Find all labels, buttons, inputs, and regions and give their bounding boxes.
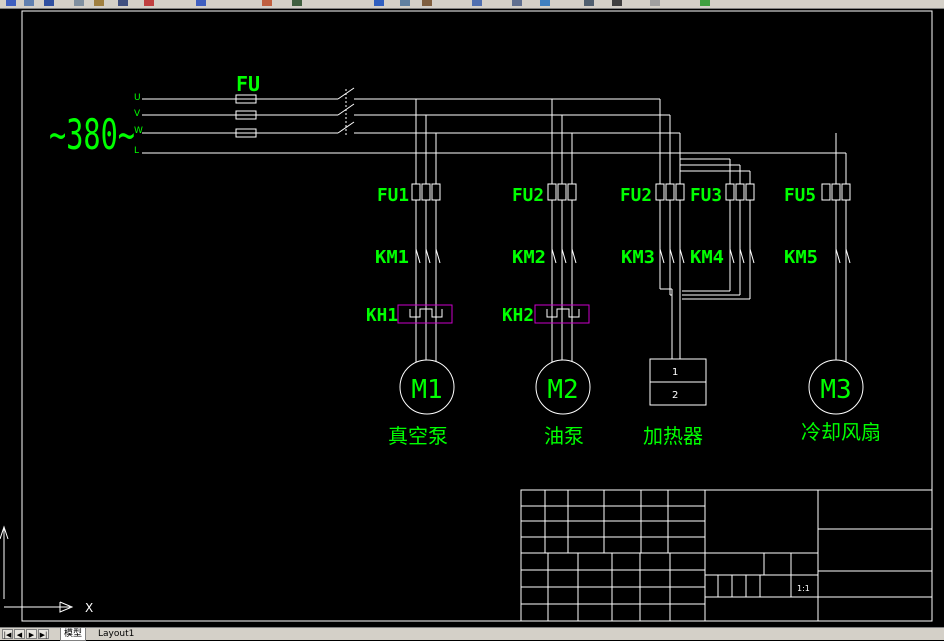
fuse-label-fu1: FU1	[377, 185, 409, 206]
toolbar-button[interactable]	[144, 0, 154, 6]
toolbar-button[interactable]	[196, 0, 206, 6]
toolbar-button[interactable]	[540, 0, 550, 6]
load-name-vacuum-pump: 真空泵	[388, 424, 448, 448]
title-block	[520, 489, 933, 622]
relay-label-kh2: KH2	[502, 305, 534, 326]
phase-label-l: L	[134, 146, 139, 156]
phase-label-u: U	[134, 93, 141, 103]
toolbar-button[interactable]	[262, 0, 272, 6]
motor-symbols	[399, 359, 864, 415]
tab-model[interactable]: 模型	[60, 628, 87, 641]
toolbar-button[interactable]	[422, 0, 432, 6]
drawing-canvas[interactable]: ~380~ U V W L FU FU1 FU2 FU2 FU3 FU5 KM1…	[0, 9, 944, 627]
motor-label-m1: M1	[411, 375, 442, 405]
toolbar-button[interactable]	[400, 0, 410, 6]
toolbar-button[interactable]	[24, 0, 34, 6]
heater-element: 1 2	[649, 358, 707, 406]
load-name-oil-pump: 油泵	[544, 424, 584, 448]
thermal-relay-symbols	[397, 304, 590, 324]
tab-nav-last[interactable]: ▶|	[38, 629, 49, 639]
toolbar-button[interactable]	[292, 0, 302, 6]
heater-wires	[659, 99, 751, 359]
branch2-wires	[551, 99, 573, 369]
ucs-icon	[0, 525, 74, 613]
phase-label-v: V	[134, 109, 141, 119]
fuse-label-fu5: FU5	[784, 185, 816, 206]
ucs-x-label: X	[85, 601, 93, 615]
heater-terminal-1: 1	[672, 367, 678, 378]
load-name-cooling-fan: 冷却风扇	[801, 420, 881, 444]
toolbar-button[interactable]	[700, 0, 710, 6]
tab-nav-prev[interactable]: ◀	[14, 629, 25, 639]
load-name-heater: 加热器	[643, 424, 703, 448]
toolbar-button[interactable]	[118, 0, 128, 6]
main-fuse-label: FU	[236, 72, 260, 96]
title-block-scale: 1:1	[797, 584, 810, 593]
toolbar-button[interactable]	[612, 0, 622, 6]
contactor-label-km5: KM5	[784, 247, 818, 268]
tab-nav-first[interactable]: |◀	[2, 629, 13, 639]
phase-label-w: W	[134, 126, 143, 136]
supply-wires	[142, 87, 846, 154]
toolbar-button[interactable]	[94, 0, 104, 6]
toolbar-strip	[0, 0, 944, 9]
fuse-label-fu2-heater: FU2	[620, 185, 652, 206]
toolbar-button[interactable]	[374, 0, 384, 6]
branch1-wires	[415, 99, 437, 369]
fan-wires	[835, 133, 847, 369]
toolbar-button[interactable]	[74, 0, 84, 6]
heater-terminal-2: 2	[672, 390, 678, 401]
layout-tab-bar: |◀ ◀ ▶ ▶| 模型 Layout1	[0, 627, 944, 641]
main-fuse-symbols	[235, 94, 257, 138]
supply-voltage-label: ~380~	[49, 110, 135, 159]
toolbar-button[interactable]	[584, 0, 594, 6]
relay-label-kh1: KH1	[366, 305, 398, 326]
fuse-label-fu2: FU2	[512, 185, 544, 206]
contactor-label-km1: KM1	[375, 247, 409, 268]
fuse-label-fu3: FU3	[690, 185, 722, 206]
drawing-border	[21, 10, 933, 622]
tab-layout1[interactable]: Layout1	[95, 628, 137, 640]
motor-label-m2: M2	[547, 375, 578, 405]
tab-nav-next[interactable]: ▶	[26, 629, 37, 639]
thermal-relay-elements	[409, 308, 580, 318]
toolbar-button[interactable]	[472, 0, 482, 6]
toolbar-button[interactable]	[44, 0, 54, 6]
contactor-label-km3: KM3	[621, 247, 655, 268]
contactor-label-km2: KM2	[512, 247, 546, 268]
toolbar-button[interactable]	[650, 0, 660, 6]
motor-label-m3: M3	[820, 375, 851, 405]
toolbar-button[interactable]	[6, 0, 16, 6]
contactor-label-km4: KM4	[690, 247, 724, 268]
toolbar-button[interactable]	[512, 0, 522, 6]
